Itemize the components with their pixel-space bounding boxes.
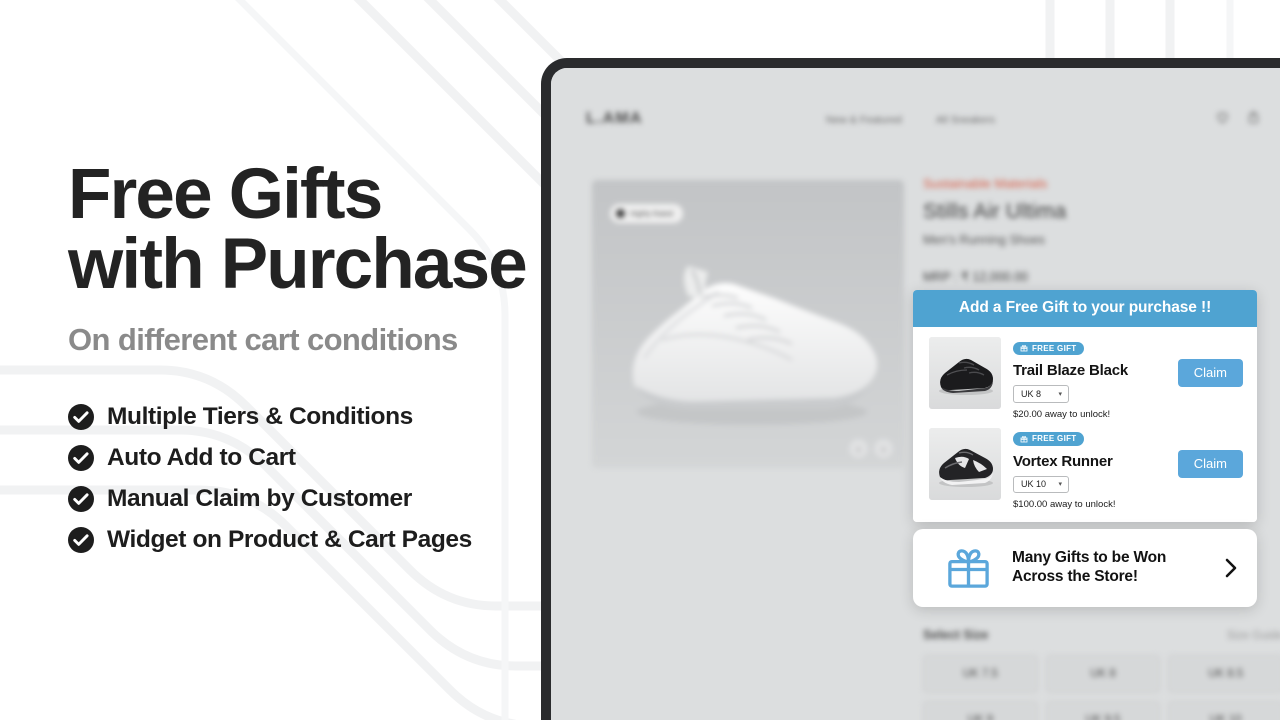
size-grid: UK 7.5 UK 8 UK 8.5 UK 9 UK 9.5 UK 10 <box>923 655 1280 720</box>
product-info: Sustainable Materials Stills Air Ultima … <box>923 176 1280 284</box>
gift-size-select[interactable]: UK 10 ▾ <box>1013 475 1069 493</box>
page-title: Free Gifts with Purchase <box>68 159 538 305</box>
gift-unlock-text: $20.00 away to unlock! <box>1013 408 1111 420</box>
free-gift-pill-label: FREE GIFT <box>1032 343 1077 353</box>
gift-thumbnail-trail-blaze-black[interactable] <box>929 337 1001 409</box>
heart-icon[interactable] <box>1215 110 1230 125</box>
size-option[interactable]: UK 8.5 <box>1168 655 1280 693</box>
check-circle-icon <box>68 404 94 430</box>
feature-item: Multiple Tiers & Conditions <box>68 403 472 430</box>
gift-pill-icon <box>1020 345 1028 352</box>
size-option[interactable]: UK 8 <box>1045 655 1161 693</box>
highly-rated-label: Highly Rated <box>630 209 673 218</box>
free-gift-pill-label: FREE GIFT <box>1032 434 1077 443</box>
feature-item: Auto Add to Cart <box>68 444 472 471</box>
size-selector-section: Select Size Size Guide UK 7.5 UK 8 UK 8.… <box>923 628 1280 720</box>
headline-line-1: Free Gifts <box>68 155 383 234</box>
feature-label: Manual Claim by Customer <box>107 485 412 512</box>
badge-dot-icon <box>616 209 625 218</box>
gift-item-details: FREE GIFT Trail Blaze Black UK 8 ▾ $20.0… <box>1013 337 1170 420</box>
gift-widget-body: FREE GIFT Trail Blaze Black UK 8 ▾ $20.0… <box>913 327 1257 522</box>
gift-pill-icon <box>1020 435 1028 442</box>
size-selector-header: Select Size Size Guide <box>923 628 1280 642</box>
feature-item: Widget on Product & Cart Pages <box>68 526 472 553</box>
free-gift-pill: FREE GIFT <box>1013 432 1085 446</box>
product-gallery[interactable]: Highly Rated ‹ › <box>592 180 904 468</box>
highly-rated-badge: Highly Rated <box>610 204 683 223</box>
carousel-next-button[interactable]: › <box>874 439 893 458</box>
chevron-down-icon: ▾ <box>1058 390 1062 398</box>
nav-link-new-featured[interactable]: New & Featured <box>826 114 902 126</box>
product-image-white-sneaker <box>592 180 904 468</box>
feature-list: Multiple Tiers & Conditions Auto Add to … <box>68 403 472 568</box>
navbar-icons <box>1215 110 1261 125</box>
gift-size-select[interactable]: UK 8 ▾ <box>1013 385 1069 403</box>
product-title: Stills Air Ultima <box>923 200 1067 223</box>
product-subtitle: Men's Running Shoes <box>923 233 1045 247</box>
many-gifts-line2: Across the Store! <box>1012 568 1138 585</box>
device-screen: L.AMA New & Featured All Sneakers Highly… <box>551 68 1280 720</box>
select-size-label: Select Size <box>923 628 989 642</box>
gift-box-icon <box>948 548 989 588</box>
feature-label: Multiple Tiers & Conditions <box>107 403 413 430</box>
gift-item-row: FREE GIFT Vortex Runner UK 10 ▾ $100.00 … <box>913 424 1257 515</box>
chevron-right-icon[interactable] <box>1223 557 1239 579</box>
device-mockup: L.AMA New & Featured All Sneakers Highly… <box>541 58 1280 720</box>
bag-icon[interactable] <box>1246 110 1261 125</box>
gift-unlock-text: $100.00 away to unlock! <box>1013 499 1116 510</box>
feature-item: Manual Claim by Customer <box>68 485 472 512</box>
feature-label: Auto Add to Cart <box>107 444 296 471</box>
gift-item-name: Vortex Runner <box>1013 452 1113 470</box>
size-option[interactable]: UK 7.5 <box>923 655 1038 693</box>
gift-widget-header: Add a Free Gift to your purchase !! <box>913 290 1257 327</box>
check-circle-icon <box>68 527 94 553</box>
gift-item-details: FREE GIFT Vortex Runner UK 10 ▾ $100.00 … <box>1013 428 1170 510</box>
check-circle-icon <box>68 445 94 471</box>
free-gift-pill: FREE GIFT <box>1013 341 1085 355</box>
product-price: MRP : ₹ 12,000.00 <box>923 270 1029 284</box>
brand-logo[interactable]: L.AMA <box>586 110 643 128</box>
size-option[interactable]: UK 9 <box>923 701 1038 720</box>
carousel-prev-button[interactable]: ‹ <box>849 439 868 458</box>
many-gifts-text: Many Gifts to be Won Across the Store! <box>1012 549 1223 586</box>
size-option[interactable]: UK 10 <box>1168 701 1280 720</box>
gift-item-row: FREE GIFT Trail Blaze Black UK 8 ▾ $20.0… <box>913 333 1257 424</box>
product-tagline: Sustainable Materials <box>923 176 1048 191</box>
chevron-down-icon: ▾ <box>1058 481 1062 488</box>
store-navbar: L.AMA New & Featured All Sneakers <box>551 106 1280 140</box>
gift-size-value: UK 10 <box>1021 479 1047 489</box>
gift-thumbnail-vortex-runner[interactable] <box>929 427 1001 500</box>
marketing-panel: Free Gifts with Purchase On different ca… <box>0 0 545 720</box>
free-gift-widget: Add a Free Gift to your purchase !! FREE… <box>913 290 1257 522</box>
subtitle: On different cart conditions <box>68 322 458 357</box>
claim-button[interactable]: Claim <box>1177 449 1243 478</box>
feature-label: Widget on Product & Cart Pages <box>107 526 472 553</box>
many-gifts-line1: Many Gifts to be Won <box>1012 549 1167 567</box>
claim-button[interactable]: Claim <box>1177 359 1243 387</box>
headline-line-2: with Purchase <box>68 225 528 305</box>
size-guide-link[interactable]: Size Guide <box>1227 630 1280 642</box>
nav-link-all-sneakers[interactable]: All Sneakers <box>936 114 995 126</box>
many-gifts-card[interactable]: Many Gifts to be Won Across the Store! <box>913 529 1257 607</box>
gift-item-name: Trail Blaze Black <box>1013 362 1128 379</box>
check-circle-icon <box>68 486 94 512</box>
size-option[interactable]: UK 9.5 <box>1045 701 1161 720</box>
gift-size-value: UK 8 <box>1021 388 1042 399</box>
